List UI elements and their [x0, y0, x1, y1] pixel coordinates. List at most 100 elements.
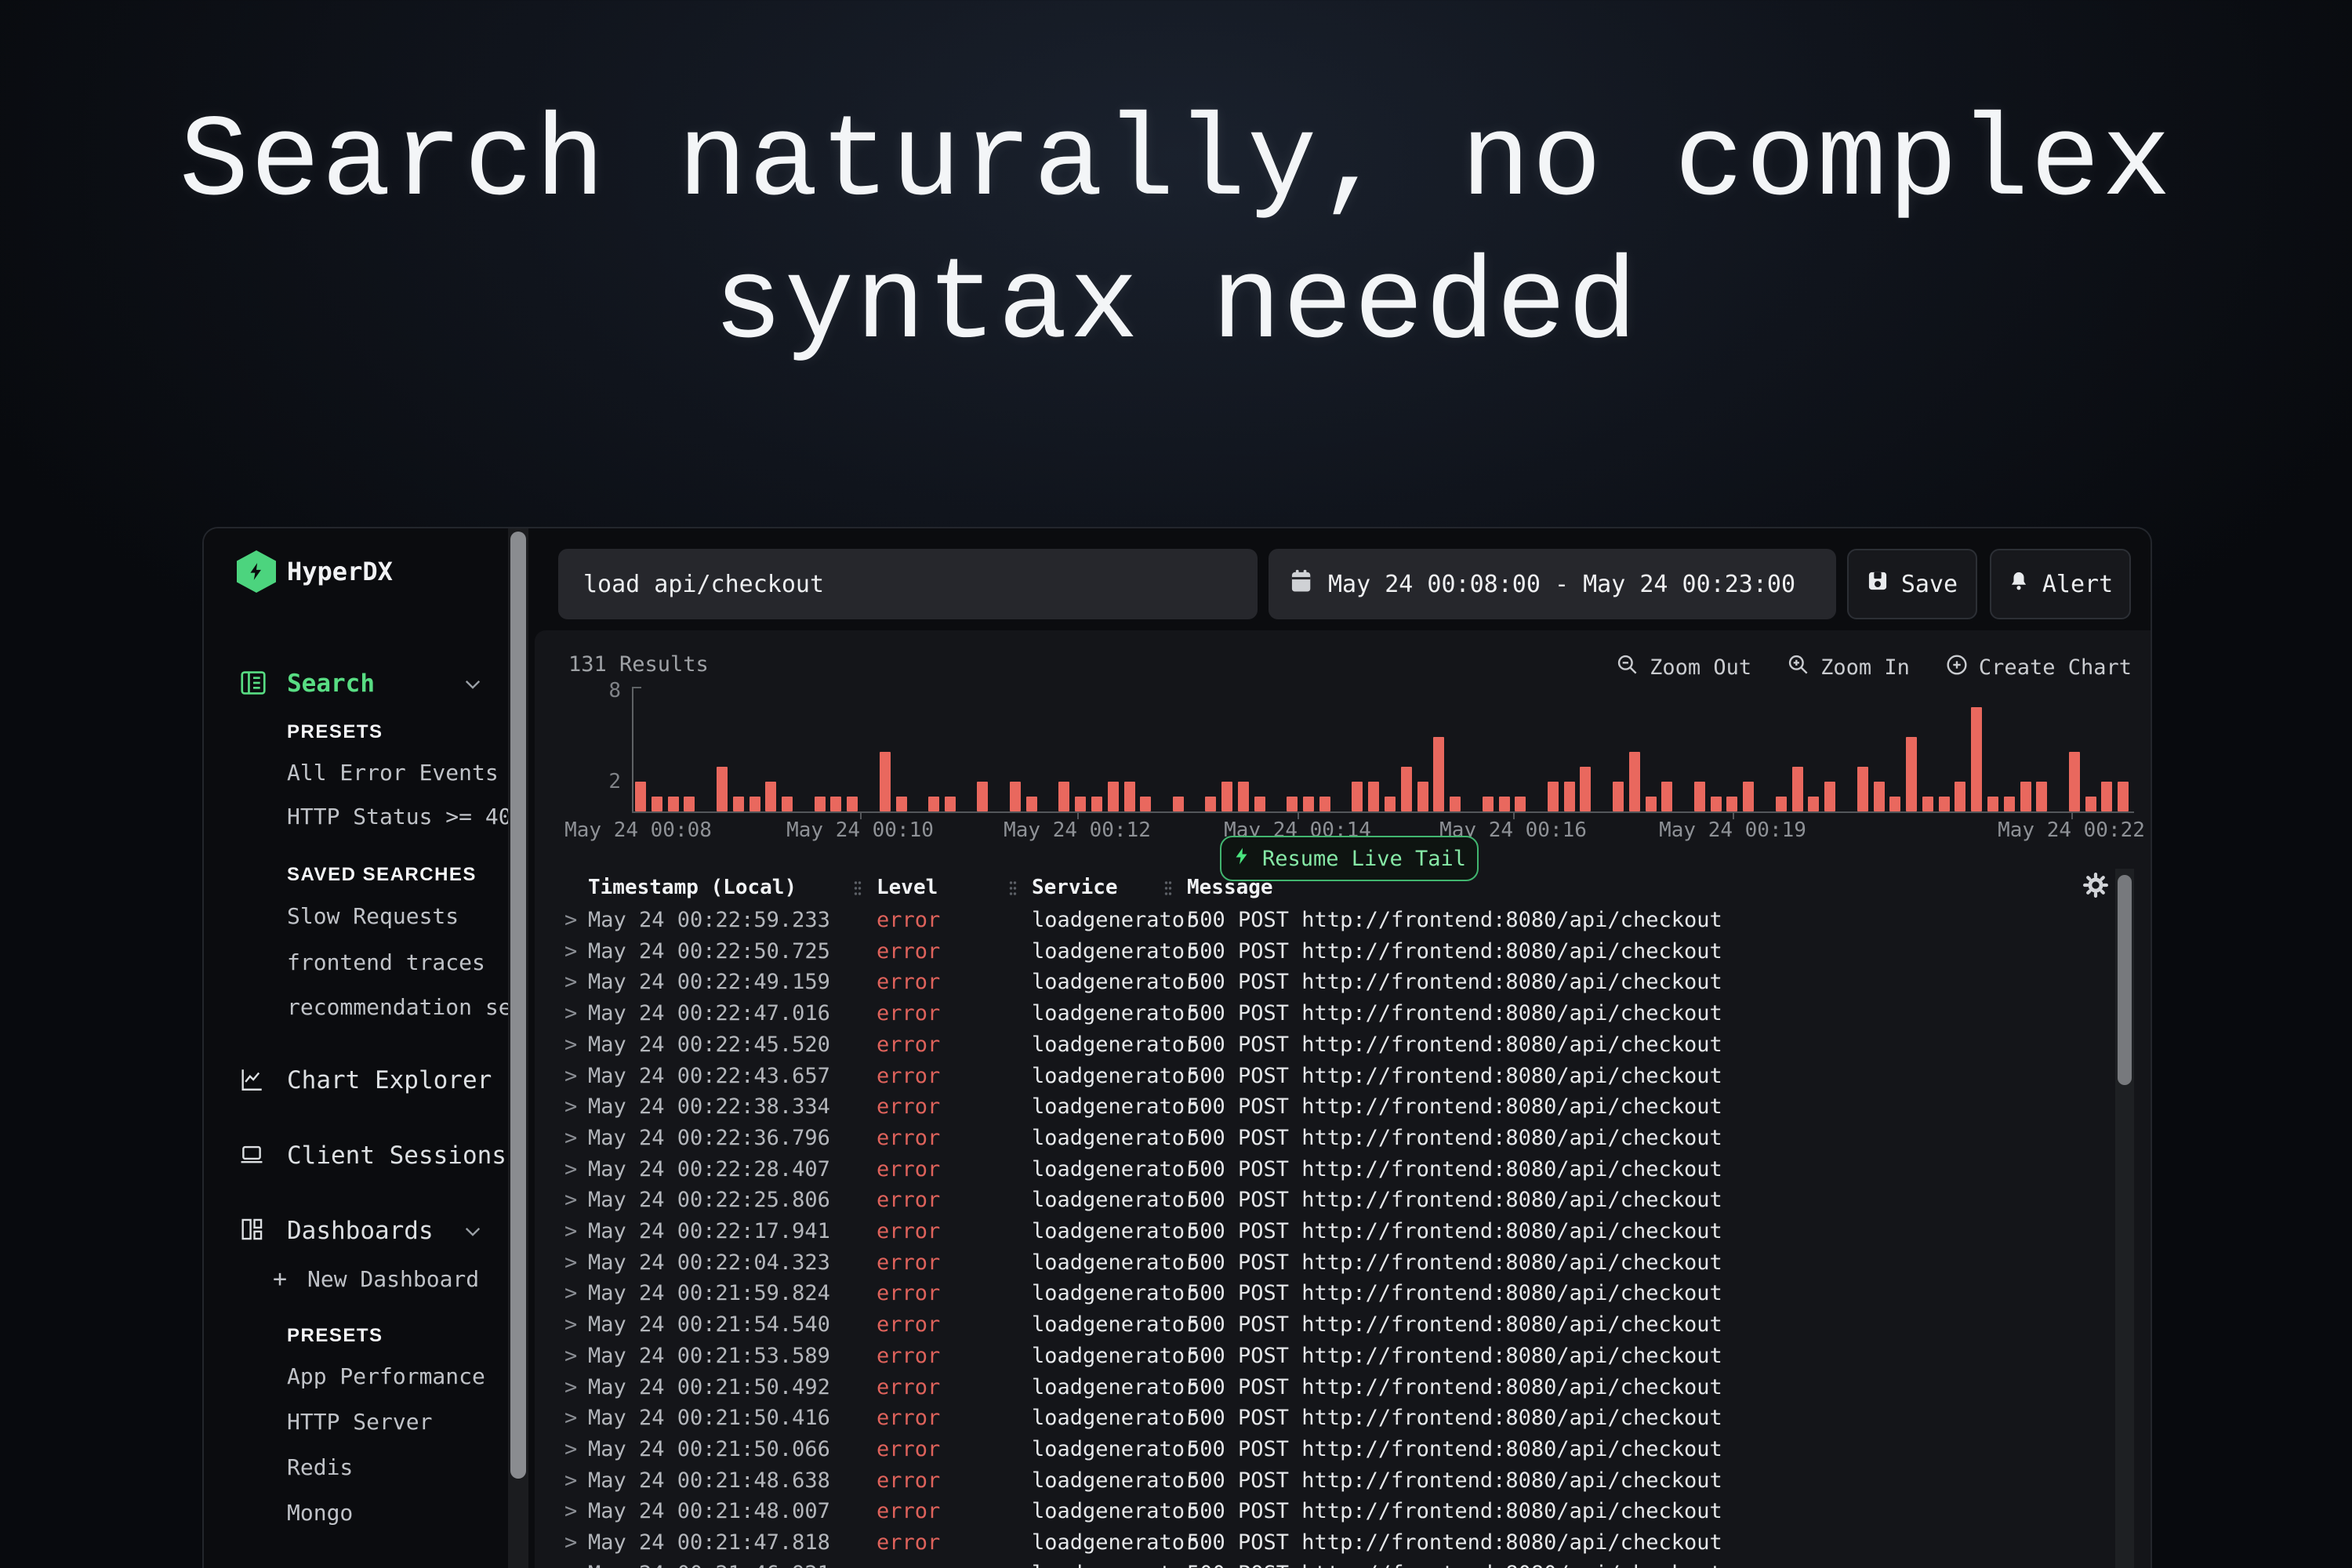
table-scrollbar-thumb[interactable] [2118, 875, 2132, 1085]
row-chevron-icon[interactable]: > [564, 1154, 577, 1185]
chart-bar [1889, 797, 1900, 811]
table-row[interactable]: >May 24 00:22:17.941errorloadgenerator50… [535, 1216, 2152, 1247]
sidebar-scrollbar-thumb[interactable] [510, 532, 526, 1479]
row-chevron-icon[interactable]: > [564, 998, 577, 1029]
row-chevron-icon[interactable]: > [564, 1403, 577, 1434]
date-range-picker[interactable]: May 24 00:08:00 - May 24 00:23:00 [1269, 549, 1836, 619]
gear-icon[interactable] [2082, 872, 2109, 898]
sidebar-item-recommendation[interactable]: recommendation se… [287, 994, 524, 1020]
row-chevron-icon[interactable]: > [564, 1029, 577, 1061]
sidebar-item-all-error-events[interactable]: All Error Events [287, 760, 499, 786]
alert-button[interactable]: Alert [1990, 549, 2131, 619]
row-chevron-icon[interactable]: > [564, 1185, 577, 1216]
table-row[interactable]: >May 24 00:21:59.824errorloadgenerator50… [535, 1278, 2152, 1309]
sidebar-item-slow-requests[interactable]: Slow Requests [287, 903, 459, 929]
table-row[interactable]: >May 24 00:22:28.407errorloadgenerator50… [535, 1154, 2152, 1185]
row-chevron-icon[interactable]: > [564, 1278, 577, 1309]
table-row[interactable]: >May 24 00:21:48.007errorloadgenerator50… [535, 1496, 2152, 1527]
x-axis-label: May 24 00:22 [1998, 818, 2145, 842]
sidebar-item-new-dashboard[interactable]: New Dashboard [307, 1266, 479, 1292]
chart-bar [1694, 782, 1705, 811]
sidebar-scrollbar-track[interactable] [508, 528, 528, 1568]
x-axis-label: May 24 00:19 [1659, 818, 1806, 842]
table-row[interactable]: >May 24 00:21:50.492errorloadgenerator50… [535, 1372, 2152, 1403]
zoom-in-button[interactable]: Zoom In [1786, 652, 1910, 683]
row-chevron-icon[interactable]: > [564, 1309, 577, 1341]
search-input[interactable]: load api/checkout [558, 549, 1258, 619]
row-chevron-icon[interactable]: > [564, 1247, 577, 1279]
chart-bars[interactable] [635, 691, 2134, 811]
table-row[interactable]: >May 24 00:21:48.638errorloadgenerator50… [535, 1465, 2152, 1497]
row-chevron-icon[interactable]: > [564, 1091, 577, 1123]
chart-bar [1026, 797, 1037, 811]
table-row[interactable]: >May 24 00:21:54.540errorloadgenerator50… [535, 1309, 2152, 1341]
sidebar: HyperDX Search PRESETS All Error Events … [204, 528, 533, 1568]
row-chevron-icon[interactable]: > [564, 905, 577, 936]
table-row[interactable]: >May 24 00:22:25.806errorloadgenerator50… [535, 1185, 2152, 1216]
create-chart-button[interactable]: Create Chart [1944, 652, 2132, 683]
sidebar-item-redis[interactable]: Redis [287, 1454, 353, 1480]
chart-bar [2004, 797, 2015, 811]
resume-live-tail-button[interactable]: Resume Live Tail [1220, 836, 1479, 881]
chart-bar [782, 797, 793, 811]
drag-handle-icon[interactable] [1008, 879, 1018, 905]
table-row[interactable]: >May 24 00:22:47.016errorloadgenerator50… [535, 998, 2152, 1029]
drag-handle-icon[interactable] [853, 879, 862, 905]
sidebar-item-chart-explorer[interactable]: Chart Explorer [287, 1066, 492, 1094]
row-chevron-icon[interactable]: > [564, 1341, 577, 1372]
table-row[interactable]: >May 24 00:22:45.520errorloadgenerator50… [535, 1029, 2152, 1061]
table-row[interactable]: >May 24 00:22:36.796errorloadgenerator50… [535, 1123, 2152, 1154]
table-row[interactable]: >May 24 00:22:59.233errorloadgenerator50… [535, 905, 2152, 936]
table-row[interactable]: >May 24 00:22:49.159errorloadgenerator50… [535, 967, 2152, 998]
cell-service: loadgenerator [1032, 1154, 1197, 1185]
col-header-service[interactable]: Service [1032, 872, 1118, 903]
row-chevron-icon[interactable]: > [564, 1434, 577, 1465]
chevron-down-icon[interactable] [463, 1221, 483, 1245]
col-header-timestamp[interactable]: Timestamp (Local) [588, 872, 797, 903]
table-row[interactable]: >May 24 00:21:47.818errorloadgenerator50… [535, 1527, 2152, 1559]
sidebar-item-http-server[interactable]: HTTP Server [287, 1409, 432, 1435]
chart-bar [896, 797, 907, 811]
zoom-out-button[interactable]: Zoom Out [1615, 652, 1751, 683]
row-chevron-icon[interactable]: > [564, 1496, 577, 1527]
table-row[interactable]: >May 24 00:21:50.066errorloadgenerator50… [535, 1434, 2152, 1465]
row-chevron-icon[interactable]: > [564, 1216, 577, 1247]
row-chevron-icon[interactable]: > [564, 1123, 577, 1154]
sidebar-item-frontend-traces[interactable]: frontend traces [287, 949, 485, 975]
chevron-down-icon[interactable] [463, 674, 483, 698]
bolt-icon [246, 561, 267, 583]
chart-bar [1483, 797, 1494, 811]
chart-bar [1368, 782, 1379, 811]
table-scrollbar-track[interactable] [2115, 869, 2134, 1568]
table-row[interactable]: >May 24 00:22:50.725errorloadgenerator50… [535, 936, 2152, 967]
sidebar-item-http-status[interactable]: HTTP Status >= 400 [287, 804, 524, 829]
row-chevron-icon[interactable]: > [564, 1372, 577, 1403]
saved-searches-title: SAVED SEARCHES [287, 864, 477, 886]
cell-timestamp: May 24 00:21:54.540 [588, 1309, 830, 1341]
cell-level: error [877, 1309, 940, 1341]
drag-handle-icon[interactable] [1163, 879, 1173, 905]
sidebar-item-mongo[interactable]: Mongo [287, 1500, 353, 1526]
col-header-level[interactable]: Level [877, 872, 938, 903]
table-row[interactable]: >May 24 00:22:43.657errorloadgenerator50… [535, 1061, 2152, 1092]
row-chevron-icon[interactable]: > [564, 1527, 577, 1559]
sidebar-item-search[interactable]: Search [287, 670, 375, 698]
row-chevron-icon[interactable]: > [564, 936, 577, 967]
cell-service: loadgenerator [1032, 1123, 1197, 1154]
x-axis-label: May 24 00:10 [786, 818, 934, 842]
row-chevron-icon[interactable]: > [564, 1559, 577, 1568]
sidebar-item-dashboards[interactable]: Dashboards [287, 1217, 434, 1245]
chart-bar [1971, 707, 1982, 811]
table-row[interactable]: >May 24 00:21:46.921errorloadgenerator50… [535, 1559, 2152, 1568]
row-chevron-icon[interactable]: > [564, 967, 577, 998]
cell-level: error [877, 905, 940, 936]
save-button[interactable]: Save [1847, 549, 1977, 619]
row-chevron-icon[interactable]: > [564, 1061, 577, 1092]
table-row[interactable]: >May 24 00:21:50.416errorloadgenerator50… [535, 1403, 2152, 1434]
row-chevron-icon[interactable]: > [564, 1465, 577, 1497]
sidebar-item-app-performance[interactable]: App Performance [287, 1363, 485, 1389]
table-row[interactable]: >May 24 00:22:38.334errorloadgenerator50… [535, 1091, 2152, 1123]
table-row[interactable]: >May 24 00:21:53.589errorloadgenerator50… [535, 1341, 2152, 1372]
table-row[interactable]: >May 24 00:22:04.323errorloadgenerator50… [535, 1247, 2152, 1279]
sidebar-item-client-sessions[interactable]: Client Sessions [287, 1142, 506, 1170]
